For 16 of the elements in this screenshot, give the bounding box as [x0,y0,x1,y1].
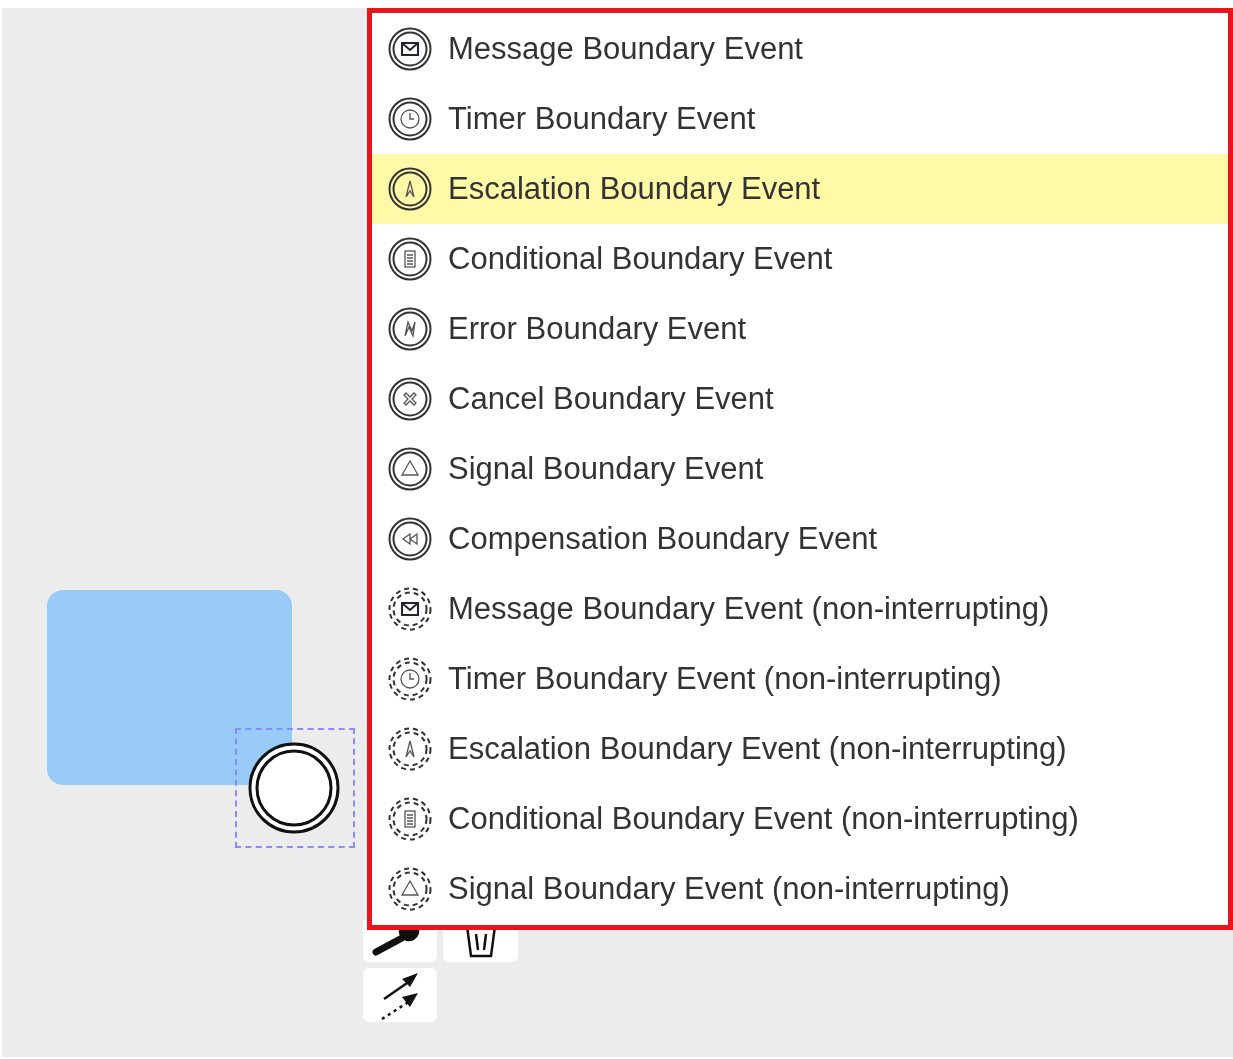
error-event-icon [388,307,432,351]
message-event-icon [388,27,432,71]
compensation-event-icon [388,517,432,561]
conditional-event-icon [388,237,432,281]
escalation-event-icon [388,167,432,211]
signal-event-icon [388,867,432,911]
escalation-event-icon [388,727,432,771]
signal-event-icon [388,447,432,491]
timer-event-icon [388,97,432,141]
message-event-icon [388,587,432,631]
timer-event-icon [388,657,432,701]
boundary-event-shape[interactable] [248,742,340,834]
cancel-event-icon [388,377,432,421]
connect-button[interactable] [363,968,437,1022]
menu-entry[interactable]: Escalation Boundary Event [372,154,1228,224]
conditional-event-icon [388,797,432,841]
